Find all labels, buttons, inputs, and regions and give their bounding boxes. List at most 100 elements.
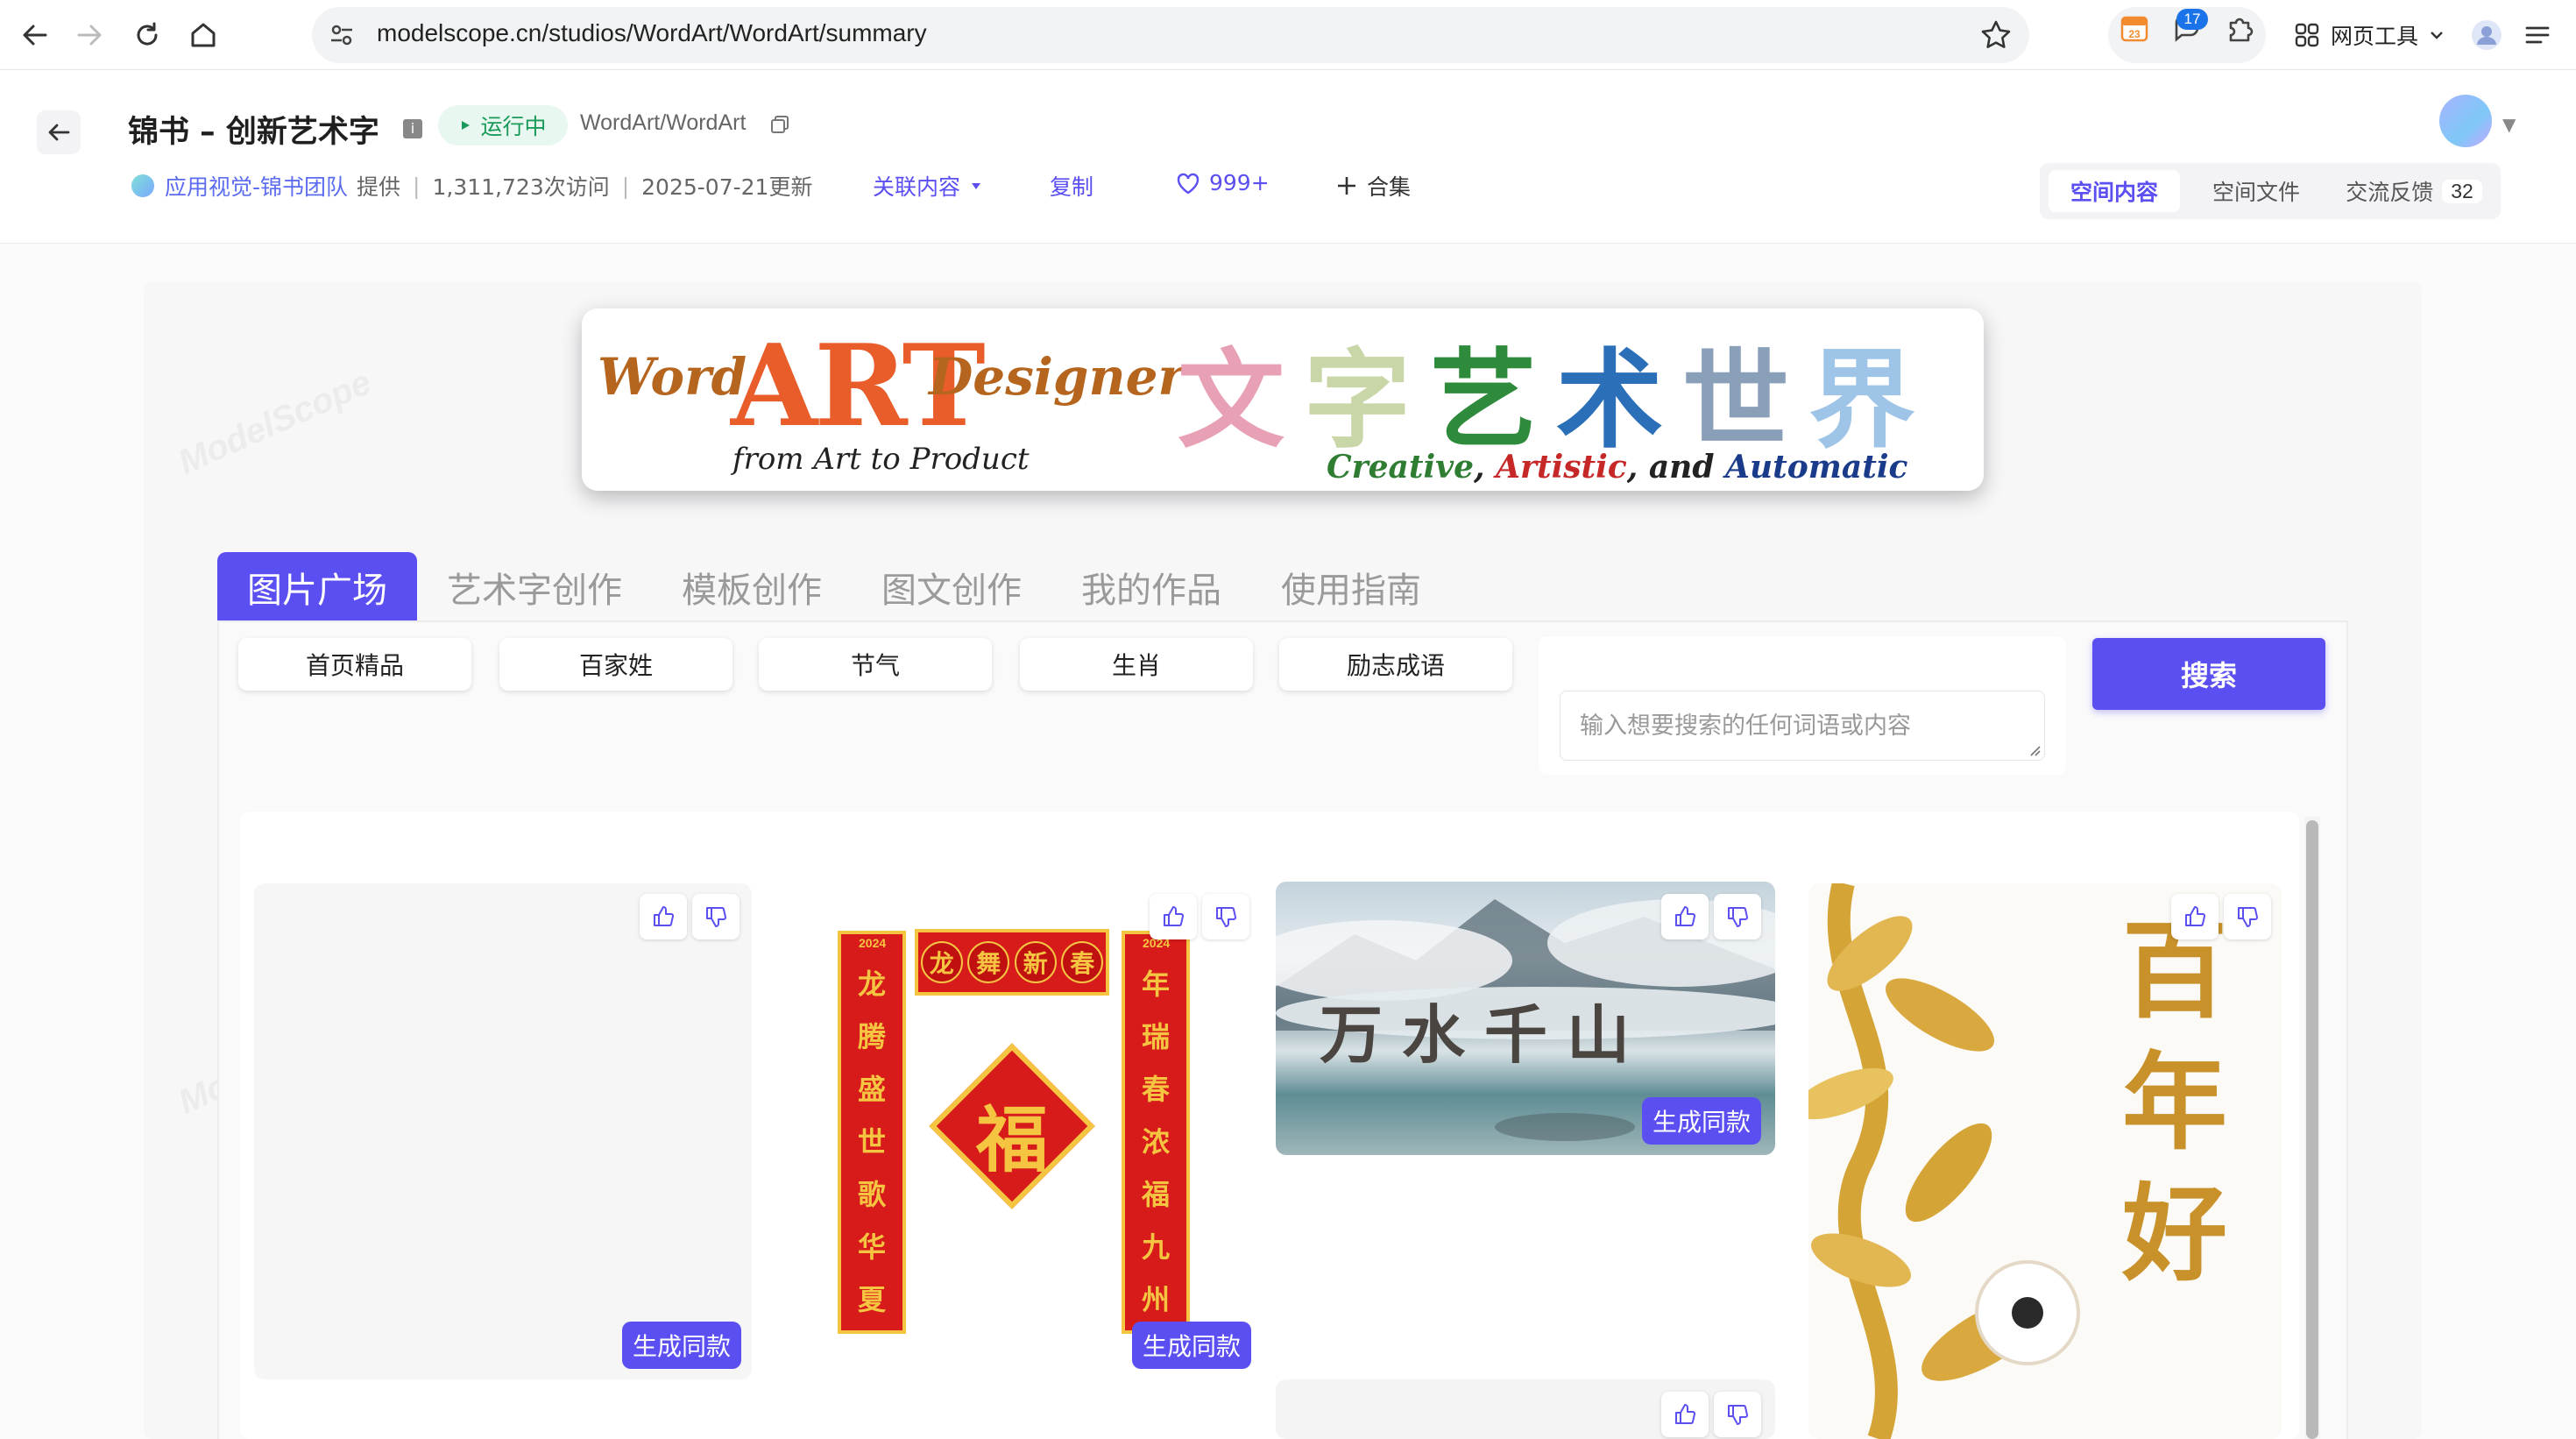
filter-solar-terms[interactable]: 节气	[759, 638, 992, 691]
couplet-char: 年	[1141, 968, 1170, 1001]
like-button[interactable]: 999+	[1176, 170, 1270, 195]
gallery-scrollbar[interactable]	[2306, 820, 2318, 1439]
couplet-char: 夏	[857, 1283, 886, 1316]
thumbs-up-icon	[1675, 906, 1696, 926]
filter-featured[interactable]: 首页精品	[238, 638, 471, 691]
copy-space-button[interactable]: 复制	[1050, 170, 1093, 202]
back-arrow-icon[interactable]	[14, 14, 56, 56]
tab-template-create[interactable]: 模板创作	[652, 552, 852, 622]
reload-icon[interactable]	[126, 14, 168, 56]
thumbs-up-icon	[1164, 906, 1185, 926]
search-input[interactable]: 输入想要搜索的任何词语或内容	[1560, 691, 2045, 761]
tab-space-content[interactable]: 空间内容	[2049, 170, 2180, 212]
updated-date: 2025-07-21更新	[641, 174, 813, 200]
couplet-char: 龙	[920, 941, 963, 983]
thumbs-up-button[interactable]	[1150, 894, 1197, 939]
banner-chinese-art: 文 字 艺 术 世 界	[1178, 314, 1915, 469]
forward-arrow-icon[interactable]	[68, 14, 110, 56]
profile-icon[interactable]	[2469, 18, 2504, 53]
banner-char: 术	[1556, 338, 1663, 463]
tab-my-works[interactable]: 我的作品	[1051, 552, 1251, 622]
couplet-char: 歌	[857, 1178, 886, 1211]
calendar-extension-icon[interactable]: 23	[2119, 12, 2150, 44]
thumbs-up-icon	[654, 906, 675, 926]
tab-text-image-create[interactable]: 图文创作	[852, 552, 1051, 622]
couplet-char: 龙	[857, 968, 886, 1001]
resize-grip-icon[interactable]	[2028, 744, 2041, 756]
search-button[interactable]: 搜索	[2092, 638, 2325, 710]
svg-text:23: 23	[2128, 28, 2141, 40]
team-avatar	[131, 174, 154, 197]
tab-label: 空间内容	[2070, 180, 2158, 205]
generate-same-button[interactable]: 生成同款	[1642, 1097, 1762, 1145]
play-icon	[462, 121, 471, 130]
tab-space-files[interactable]: 空间文件	[2190, 170, 2322, 212]
tab-user-guide[interactable]: 使用指南	[1251, 552, 1451, 622]
gallery-card[interactable]	[254, 883, 752, 1379]
info-icon[interactable]: i	[403, 119, 422, 138]
banner-char: 艺	[1430, 338, 1537, 463]
vote-buttons	[1661, 894, 1768, 939]
banner-char: 字	[1304, 338, 1411, 463]
vote-buttons	[640, 894, 747, 939]
related-content-dropdown[interactable]: 关联内容	[873, 170, 983, 202]
thumbs-up-button[interactable]	[640, 894, 687, 939]
vote-buttons	[1661, 1392, 1768, 1437]
back-button[interactable]	[37, 110, 81, 154]
plus-icon	[1338, 177, 1355, 195]
couplet-char: 春	[1061, 941, 1104, 983]
generate-same-button[interactable]: 生成同款	[622, 1322, 742, 1369]
address-bar[interactable]: modelscope.cn/studios/WordArt/WordArt/su…	[312, 7, 2029, 63]
caret-down-icon[interactable]: ▼	[2502, 114, 2516, 135]
url-text[interactable]: modelscope.cn/studios/WordArt/WordArt/su…	[377, 19, 927, 47]
page-title: 锦书 – 创新艺术字	[128, 115, 379, 150]
bookmark-star-icon[interactable]	[1978, 18, 2013, 53]
filter-idioms[interactable]: 励志成语	[1279, 638, 1512, 691]
extension-badge: 17	[2176, 9, 2208, 30]
team-link[interactable]: 应用视觉-锦书团队	[165, 170, 348, 202]
add-collection-button[interactable]: 合集	[1335, 170, 1411, 202]
related-content-label: 关联内容	[873, 174, 961, 200]
thumbs-down-button[interactable]	[1714, 1392, 1761, 1437]
thumbs-up-icon	[2185, 906, 2206, 926]
tab-feedback[interactable]: 交流反馈 32	[2332, 170, 2495, 212]
filter-surnames[interactable]: 百家姓	[499, 638, 732, 691]
menu-icon[interactable]	[2522, 19, 2553, 51]
couplet-char: 九	[1141, 1230, 1170, 1264]
tab-wordart-create[interactable]: 艺术字创作	[417, 552, 652, 622]
thumbs-down-button[interactable]	[1202, 894, 1249, 939]
home-icon[interactable]	[182, 14, 224, 56]
thumbs-down-button[interactable]	[2224, 894, 2271, 939]
banner-designer: Designer	[929, 347, 1185, 407]
banner-char: 世	[1682, 338, 1789, 463]
filter-zodiac[interactable]: 生肖	[1020, 638, 1253, 691]
thumbs-up-button[interactable]	[2171, 894, 2219, 939]
web-tools-menu[interactable]: 网页工具	[2294, 14, 2445, 56]
couplet-char: 腾	[857, 1020, 886, 1053]
status-badge: 运行中	[438, 105, 568, 145]
generate-same-button[interactable]: 生成同款	[1132, 1322, 1252, 1369]
tab-label: 交流反馈	[2346, 180, 2434, 205]
banner-char: 文	[1178, 338, 1284, 463]
thumbs-down-button[interactable]	[1714, 894, 1761, 939]
tagline-separator: ,	[1473, 449, 1497, 486]
tagline-creative: Creative	[1327, 449, 1474, 486]
avatar[interactable]	[2439, 95, 2492, 147]
couplet-char: 浓	[1141, 1125, 1170, 1159]
tab-image-plaza[interactable]: 图片广场	[217, 552, 417, 622]
site-settings-icon[interactable]	[328, 21, 356, 49]
main-tab-bar: 图片广场 艺术字创作 模板创作 图文创作 我的作品 使用指南	[217, 552, 1451, 622]
couplet-char: 盛	[857, 1073, 886, 1106]
repo-path: WordArt/WordArt	[580, 110, 747, 135]
couplet-left-scroll: 龙 腾 盛 世 歌 华 夏	[838, 931, 906, 1334]
couplet-char: 世	[857, 1125, 886, 1159]
copy-icon[interactable]	[769, 114, 790, 135]
gallery-card[interactable]: 百年好	[1808, 883, 2282, 1439]
thumbs-up-button[interactable]	[1661, 894, 1709, 939]
puzzle-extension-icon[interactable]	[2224, 12, 2255, 44]
thumbs-up-button[interactable]	[1661, 1392, 1709, 1437]
thumbs-down-button[interactable]	[692, 894, 740, 939]
couplet-right-scroll: 年 瑞 春 浓 福 九 州	[1122, 931, 1190, 1334]
studio-meta: 应用视觉-锦书团队 提供 | 1,311,723次访问 | 2025-07-21…	[131, 170, 812, 202]
status-label: 运行中	[480, 114, 547, 139]
